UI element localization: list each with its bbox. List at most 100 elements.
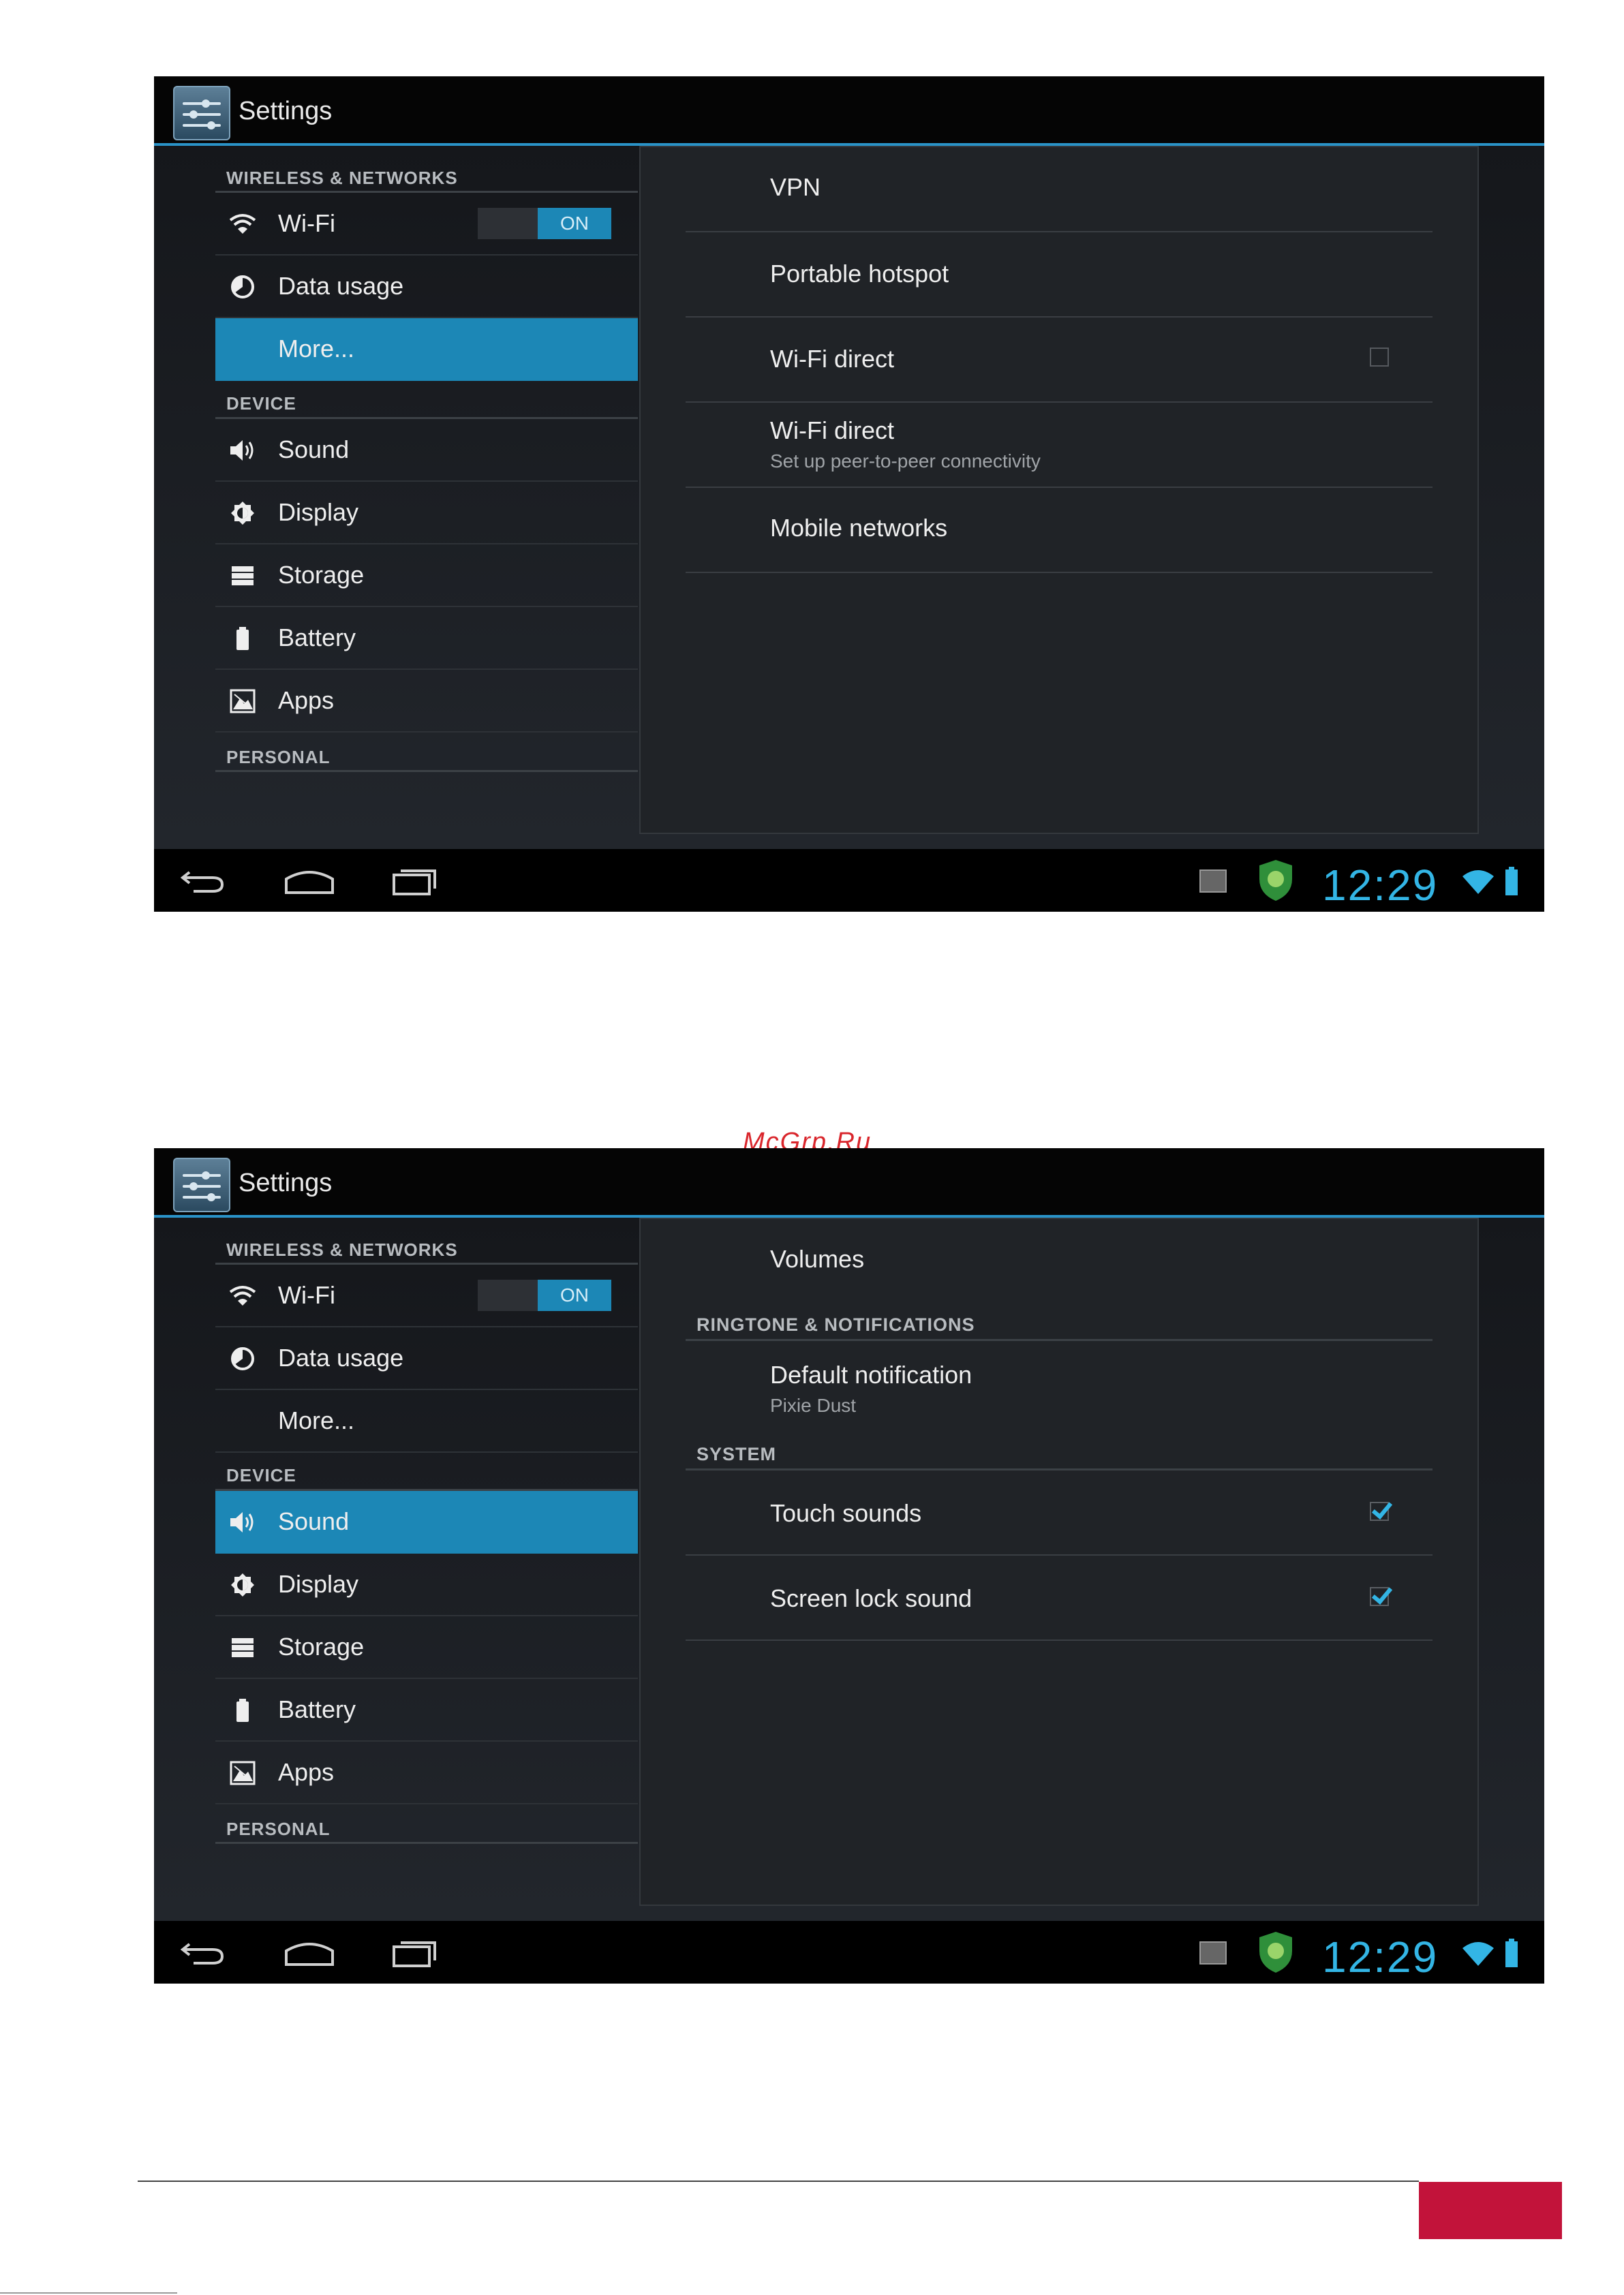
wifi-signal-icon — [1462, 1942, 1494, 1966]
sidebar-item-label: Storage — [278, 1633, 365, 1661]
status-clock[interactable]: 12:29 — [1322, 1932, 1438, 1982]
screen-lock-sound-checkbox[interactable] — [1370, 1587, 1389, 1606]
list-item-portable-hotspot[interactable]: Portable hotspot — [686, 232, 1433, 318]
wifi-toggle[interactable]: ON — [478, 208, 611, 239]
sidebar-item-wifi[interactable]: Wi-Fi ON — [215, 193, 638, 256]
sidebar-item-more[interactable]: More... — [215, 318, 638, 381]
wifi-toggle[interactable]: ON — [478, 1280, 611, 1311]
system-nav-bar: 12:29 — [154, 1921, 1544, 1984]
list-item-screen-lock-sound[interactable]: Screen lock sound — [686, 1556, 1433, 1641]
speaker-icon — [229, 1510, 256, 1535]
settings-app-icon[interactable] — [173, 86, 230, 140]
touch-sounds-checkbox[interactable] — [1370, 1502, 1389, 1521]
bottom-rule — [0, 2292, 177, 2294]
back-icon[interactable] — [180, 1937, 228, 1967]
recent-apps-icon[interactable] — [391, 865, 439, 895]
battery-icon — [229, 1698, 256, 1723]
details-panel: Volumes RINGTONE & NOTIFICATIONS Default… — [639, 1218, 1479, 1906]
recent-apps-icon[interactable] — [391, 1937, 439, 1967]
sidebar-item-label: Battery — [278, 1695, 356, 1723]
sidebar-item-storage[interactable]: Storage — [215, 544, 638, 607]
section-header-wireless: WIRELESS & NETWORKS — [226, 168, 458, 188]
toggle-on-label: ON — [538, 208, 611, 239]
home-icon[interactable] — [284, 865, 335, 895]
row-title: Touch sounds — [770, 1499, 922, 1527]
list-item-volumes[interactable]: Volumes — [686, 1219, 1433, 1294]
sidebar-item-data-usage[interactable]: Data usage — [215, 1327, 638, 1390]
section-header-personal: PERSONAL — [226, 747, 331, 767]
sidebar-item-label: Storage — [278, 561, 365, 589]
row-title: Portable hotspot — [770, 260, 949, 288]
details-panel: VPN Portable hotspot Wi-Fi direct Wi-Fi … — [639, 146, 1479, 834]
apps-icon — [229, 1761, 256, 1785]
row-title: Wi-Fi direct — [770, 345, 894, 373]
sidebar-item-more[interactable]: More... — [215, 1390, 638, 1453]
home-icon[interactable] — [284, 1937, 335, 1967]
shield-icon[interactable] — [1257, 1930, 1295, 1974]
list-item-touch-sounds[interactable]: Touch sounds — [686, 1470, 1433, 1556]
sidebar-item-label: Display — [278, 1570, 359, 1598]
settings-sidebar: WIRELESS & NETWORKS Wi-Fi ON Data usage … — [215, 146, 638, 849]
sidebar-item-display[interactable]: Display — [215, 1554, 638, 1616]
back-icon[interactable] — [180, 865, 228, 895]
wifi-signal-icon — [1462, 870, 1494, 894]
battery-icon — [229, 626, 256, 651]
sidebar-item-label: Sound — [278, 1507, 350, 1535]
data-usage-icon — [229, 275, 256, 299]
settings-sidebar: WIRELESS & NETWORKS Wi-Fi ON Data usage … — [215, 1218, 638, 1921]
settings-app-icon[interactable] — [173, 1158, 230, 1212]
sidebar-item-display[interactable]: Display — [215, 482, 638, 544]
section-divider — [215, 1842, 638, 1844]
sidebar-item-apps[interactable]: Apps — [215, 670, 638, 733]
toggle-on-label: ON — [538, 1280, 611, 1311]
list-item-vpn[interactable]: VPN — [686, 147, 1433, 232]
action-bar: Settings — [154, 76, 1544, 146]
row-title: Wi-Fi direct — [770, 416, 894, 444]
sidebar-item-label: Battery — [278, 623, 356, 651]
sidebar-item-label: Wi-Fi — [278, 209, 335, 237]
row-title: VPN — [770, 173, 821, 201]
row-title: Volumes — [770, 1245, 865, 1273]
wifi-icon — [229, 1284, 256, 1308]
sidebar-item-sound[interactable]: Sound — [215, 419, 638, 482]
sidebar-item-battery[interactable]: Battery — [215, 1679, 638, 1742]
speaker-icon — [229, 438, 256, 463]
sidebar-item-data-usage[interactable]: Data usage — [215, 256, 638, 318]
status-clock[interactable]: 12:29 — [1322, 860, 1438, 910]
sidebar-item-sound[interactable]: Sound — [215, 1491, 638, 1554]
sidebar-item-label: Data usage — [278, 1344, 404, 1372]
list-item-default-notification[interactable]: Default notification Pixie Dust — [686, 1342, 1433, 1429]
sidebar-item-label: Display — [278, 498, 359, 526]
sidebar-item-label: More... — [278, 335, 355, 363]
gallery-notification-icon[interactable] — [1199, 869, 1227, 893]
settings-screenshot-sound: Settings WIRELESS & NETWORKS Wi-Fi ON Da… — [154, 1148, 1544, 1984]
row-title: Mobile networks — [770, 514, 948, 542]
sidebar-item-label: More... — [278, 1406, 355, 1434]
section-header-ringtone: RINGTONE & NOTIFICATIONS — [696, 1314, 975, 1335]
shield-icon[interactable] — [1257, 859, 1295, 902]
action-bar: Settings — [154, 1148, 1544, 1218]
section-header-wireless: WIRELESS & NETWORKS — [226, 1239, 458, 1260]
sidebar-item-wifi[interactable]: Wi-Fi ON — [215, 1265, 638, 1327]
sidebar-item-label: Sound — [278, 435, 350, 463]
list-item-wifi-direct[interactable]: Wi-Fi direct Set up peer-to-peer connect… — [686, 403, 1433, 488]
gallery-notification-icon[interactable] — [1199, 1941, 1227, 1965]
battery-status-icon — [1505, 867, 1518, 895]
wifi-direct-checkbox[interactable] — [1370, 348, 1389, 367]
row-title: Screen lock sound — [770, 1584, 972, 1612]
sidebar-item-label: Data usage — [278, 272, 404, 300]
settings-content: WIRELESS & NETWORKS Wi-Fi ON Data usage … — [154, 1218, 1544, 1921]
section-header-system: SYSTEM — [696, 1444, 777, 1464]
section-divider — [686, 1339, 1433, 1341]
sidebar-item-apps[interactable]: Apps — [215, 1742, 638, 1804]
list-item-mobile-networks[interactable]: Mobile networks — [686, 488, 1433, 573]
list-item-wifi-direct-toggle[interactable]: Wi-Fi direct — [686, 318, 1433, 403]
storage-icon — [229, 564, 256, 588]
sidebar-item-battery[interactable]: Battery — [215, 607, 638, 670]
page-number-block — [1419, 2182, 1562, 2239]
row-subtitle: Pixie Dust — [770, 1395, 857, 1416]
sidebar-item-label: Apps — [278, 1758, 335, 1786]
sidebar-item-storage[interactable]: Storage — [215, 1616, 638, 1679]
row-subtitle: Set up peer-to-peer connectivity — [770, 450, 1041, 472]
data-usage-icon — [229, 1346, 256, 1371]
